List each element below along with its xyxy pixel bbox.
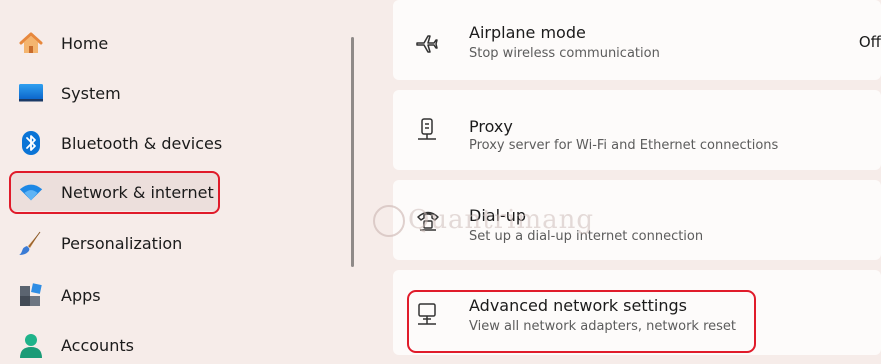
watermark-logo (373, 205, 405, 237)
sidebar-item-accounts[interactable]: Accounts (10, 326, 220, 364)
setting-title: Airplane mode (469, 23, 586, 42)
sidebar-item-system[interactable]: System (10, 74, 220, 112)
sidebar-item-home[interactable]: Home (10, 24, 220, 62)
sidebar-item-label: System (61, 83, 121, 103)
bluetooth-icon (18, 130, 44, 156)
advanced-settings-highlight (407, 290, 756, 353)
sidebar-item-label: Apps (61, 285, 101, 305)
airplane-icon (415, 32, 439, 56)
sidebar-item-bluetooth[interactable]: Bluetooth & devices (10, 124, 223, 162)
sidebar-item-personalization[interactable]: Personalization (10, 224, 220, 262)
proxy-row[interactable]: Proxy Proxy server for Wi-Fi and Etherne… (393, 90, 881, 170)
sidebar-item-label: Personalization (61, 233, 183, 253)
system-icon (18, 80, 44, 106)
apps-icon (18, 282, 44, 308)
setting-subtitle: Proxy server for Wi-Fi and Ethernet conn… (469, 138, 779, 153)
sidebar-item-label: Accounts (61, 335, 134, 355)
sidebar: Home System Bluetooth & devices Network … (0, 0, 360, 358)
sidebar-item-apps[interactable]: Apps (10, 276, 220, 314)
airplane-mode-state: Off (858, 33, 881, 51)
sidebar-item-label: Home (61, 33, 109, 53)
airplane-mode-row[interactable]: Airplane mode Stop wireless communicatio… (393, 0, 881, 80)
setting-title: Proxy (469, 117, 513, 136)
home-icon (18, 30, 44, 56)
watermark-text: Quantrimang (408, 205, 595, 235)
sidebar-item-label: Bluetooth & devices (61, 133, 223, 153)
selection-highlight (9, 171, 220, 214)
setting-subtitle: Stop wireless communication (469, 46, 660, 61)
account-icon (18, 332, 44, 358)
sidebar-scrollbar[interactable] (351, 37, 354, 267)
brush-icon (18, 230, 44, 256)
proxy-icon (415, 118, 439, 142)
